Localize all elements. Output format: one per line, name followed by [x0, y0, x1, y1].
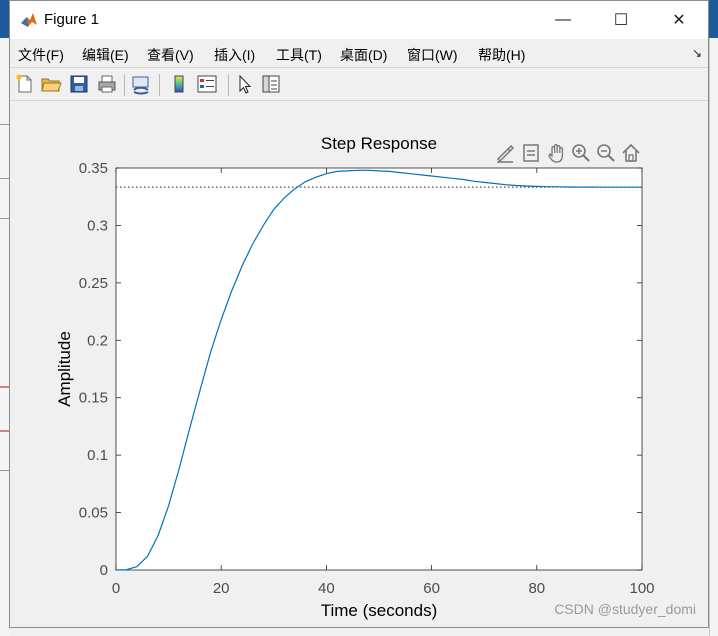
- figure-toolbar: [10, 67, 708, 101]
- property-inspector-icon[interactable]: [260, 73, 282, 95]
- home-restore-icon[interactable]: [620, 142, 642, 164]
- window-titlebar: Figure 1 — ☐ ✕: [10, 1, 708, 39]
- x-tick-label: 80: [528, 580, 545, 597]
- brush-icon[interactable]: [494, 142, 516, 164]
- save-icon[interactable]: [68, 73, 90, 95]
- window-title: Figure 1: [44, 11, 100, 28]
- y-tick-label: 0.35: [79, 160, 108, 177]
- insert-colorbar-icon[interactable]: [168, 73, 190, 95]
- y-axis-label: Amplitude: [55, 331, 74, 407]
- x-tick-label: 40: [318, 580, 335, 597]
- open-file-icon[interactable]: [40, 73, 62, 95]
- y-tick-label: 0: [100, 562, 108, 579]
- link-plot-icon[interactable]: [130, 73, 152, 95]
- minimize-button[interactable]: —: [534, 1, 592, 39]
- matlab-logo-icon: [20, 11, 38, 29]
- step-response-plot[interactable]: 0 0.05 0.1 0.15 0.2 0.25 0.3 0.35 0 20 40 60 80 100 St…: [10, 102, 708, 627]
- print-icon[interactable]: [96, 73, 118, 95]
- menu-file[interactable]: 文件(F): [18, 45, 64, 65]
- close-button[interactable]: ✕: [650, 1, 708, 39]
- dock-figure-icon[interactable]: ↘: [692, 46, 702, 60]
- axes-box: [115, 167, 643, 571]
- y-tick-label: 0.05: [79, 505, 108, 522]
- y-tick-label: 0.3: [87, 217, 108, 234]
- menu-view[interactable]: 查看(V): [147, 45, 194, 65]
- y-tick-label: 0.2: [87, 332, 108, 349]
- figure-canvas[interactable]: 0 0.05 0.1 0.15 0.2 0.25 0.3 0.35 0 20 40 60 80 100 St…: [10, 102, 708, 627]
- x-tick-label: 100: [629, 580, 654, 597]
- new-figure-icon[interactable]: [14, 73, 36, 95]
- menu-help[interactable]: 帮助(H): [478, 45, 525, 65]
- chart-title: Step Response: [321, 134, 437, 153]
- menu-tools[interactable]: 工具(T): [276, 45, 322, 65]
- zoom-in-icon[interactable]: [570, 142, 592, 164]
- menu-edit[interactable]: 编辑(E): [82, 45, 129, 65]
- zoom-out-icon[interactable]: [595, 142, 617, 164]
- figure-window: Figure 1 — ☐ ✕ 文件(F) 编辑(E) 查看(V) 插入(I) 工…: [9, 0, 709, 628]
- watermark-text: CSDN @studyer_domi: [554, 601, 696, 617]
- y-tick-label: 0.1: [87, 447, 108, 464]
- maximize-button[interactable]: ☐: [592, 1, 650, 39]
- x-axis-label: Time (seconds): [321, 601, 438, 620]
- y-tick-label: 0.15: [79, 390, 108, 407]
- background-app-right-edge: [709, 38, 718, 636]
- x-tick-label: 60: [423, 580, 440, 597]
- menu-insert[interactable]: 插入(I): [214, 45, 255, 65]
- pan-hand-icon[interactable]: [546, 142, 568, 164]
- y-tick-label: 0.25: [79, 275, 108, 292]
- x-tick-label: 0: [112, 580, 120, 597]
- insert-legend-icon[interactable]: [196, 73, 218, 95]
- menu-window[interactable]: 窗口(W): [407, 45, 458, 65]
- data-tips-icon[interactable]: [520, 142, 542, 164]
- edit-plot-arrow-icon[interactable]: [234, 73, 256, 95]
- background-app-left-edge: [0, 38, 9, 636]
- x-tick-label: 20: [213, 580, 230, 597]
- menu-bar: 文件(F) 编辑(E) 查看(V) 插入(I) 工具(T) 桌面(D) 窗口(W…: [10, 39, 708, 67]
- menu-desktop[interactable]: 桌面(D): [340, 45, 387, 65]
